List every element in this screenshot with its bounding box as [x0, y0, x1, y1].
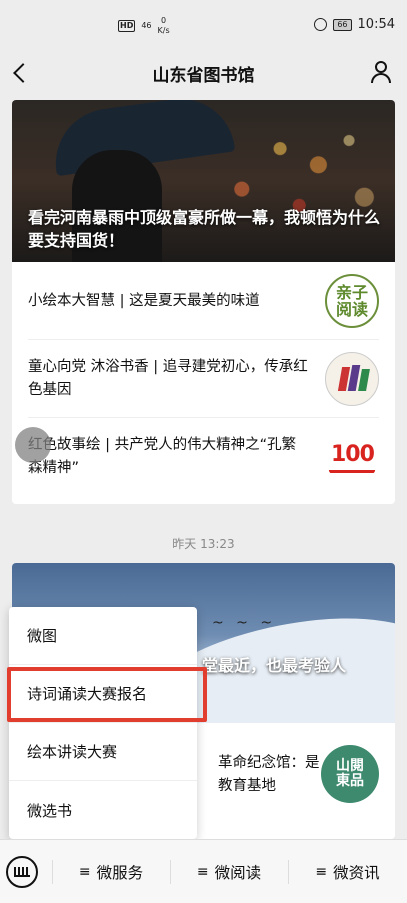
- bottom-menu-bar: ≡ 微服务 ≡ 微阅读 ≡ 微资讯: [0, 839, 407, 903]
- status-network: HD 46 0 K/s: [118, 16, 170, 36]
- page-title: 山东省图书馆: [152, 66, 255, 86]
- tab-wei-reading[interactable]: ≡ 微阅读: [170, 840, 288, 903]
- hd-badge: HD: [118, 20, 136, 32]
- user-head: [375, 61, 387, 73]
- birds-image: ~ ~ ~: [212, 615, 277, 631]
- thumbnail-line: [329, 470, 375, 473]
- alarm-icon: [314, 18, 328, 31]
- highlight-box: [7, 667, 207, 722]
- flag-shape: [358, 369, 370, 391]
- menu-icon: ≡: [78, 864, 91, 880]
- battery-icon: 66: [333, 18, 352, 31]
- list-item-thumbnail: 亲子阅读: [325, 274, 379, 328]
- tab-label: 微资讯: [333, 864, 380, 882]
- list-item-thumbnail: 山閱東品: [321, 745, 379, 803]
- network-speed: 0 K/s: [158, 16, 170, 36]
- nav-bar: 山东省图书馆: [0, 48, 407, 96]
- clock: 10:54: [357, 17, 395, 32]
- menu-item-picturebook-contest[interactable]: 绘本讲读大赛: [9, 723, 197, 781]
- speed-value: 0: [161, 16, 167, 25]
- signal-icon: 46: [141, 21, 152, 30]
- list-item-thumbnail: 100: [325, 430, 379, 484]
- menu-item-weitu[interactable]: 微图: [9, 607, 197, 665]
- message-timestamp: 昨天 13:23: [172, 537, 235, 551]
- thumbnail-label: 山閱東品: [336, 758, 364, 789]
- headline-article[interactable]: 看完河南暴雨中顶级富豪所做一幕，我顿悟为什么要支持国货！: [12, 100, 395, 262]
- keyboard-icon[interactable]: [6, 856, 38, 888]
- headline-title: 看完河南暴雨中顶级富豪所做一幕，我顿悟为什么要支持国货！: [28, 208, 381, 250]
- list-item-thumbnail: [325, 352, 379, 406]
- thumbnail-label: 亲子阅读: [335, 283, 368, 319]
- menu-icon: ≡: [196, 864, 209, 880]
- tab-label: 微服务: [96, 864, 144, 882]
- article-card: 看完河南暴雨中顶级富豪所做一幕，我顿悟为什么要支持国货！ 小绘本大智慧 | 这是…: [12, 100, 395, 504]
- list-item-title: 革命纪念馆：是教育基地: [218, 755, 320, 794]
- floating-assist-button[interactable]: [15, 427, 51, 463]
- user-profile-icon[interactable]: [367, 58, 395, 86]
- popup-menu: 微图 诗词诵读大赛报名 绘本讲读大赛 微选书: [9, 607, 197, 839]
- thumbnail-label: 100: [331, 442, 375, 467]
- speed-unit: K/s: [157, 26, 170, 35]
- list-item[interactable]: 红色故事绘 | 共产党人的伟大精神之“孔繁森精神” 100: [28, 418, 379, 496]
- status-right: 66 10:54: [314, 17, 395, 32]
- list-item-title: 红色故事绘 | 共产党人的伟大精神之“孔繁森精神”: [28, 437, 297, 476]
- list-item-title: 童心向党 沐浴书香 | 追寻建党初心，传承红色基因: [28, 359, 308, 398]
- status-bar: HD 46 0 K/s 66 10:54: [0, 0, 407, 48]
- tab-label: 微阅读: [214, 864, 262, 882]
- menu-item-book-selection[interactable]: 微选书: [9, 781, 197, 839]
- tab-wei-news[interactable]: ≡ 微资讯: [288, 840, 407, 903]
- list-item[interactable]: 小绘本大智慧 | 这是夏天最美的味道 亲子阅读: [28, 262, 379, 340]
- user-body: [371, 73, 391, 83]
- list-item-title: 小绘本大智慧 | 这是夏天最美的味道: [28, 292, 260, 309]
- tab-wei-service[interactable]: ≡ 微服务: [52, 840, 170, 903]
- headline-title: 堂最近，也最考验人: [202, 656, 347, 675]
- menu-icon: ≡: [315, 864, 328, 880]
- list-item[interactable]: 童心向党 沐浴书香 | 追寻建党初心，传承红色基因: [28, 340, 379, 418]
